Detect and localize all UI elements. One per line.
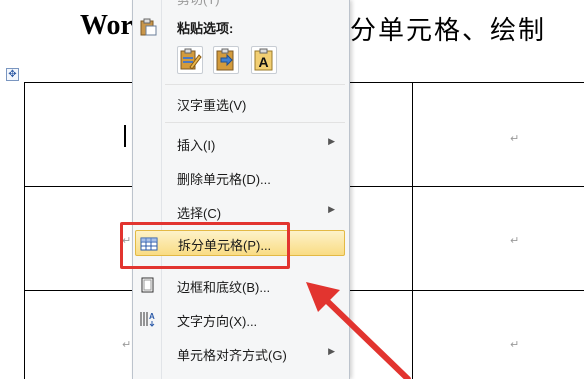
annotation-arrow-icon <box>306 282 411 379</box>
